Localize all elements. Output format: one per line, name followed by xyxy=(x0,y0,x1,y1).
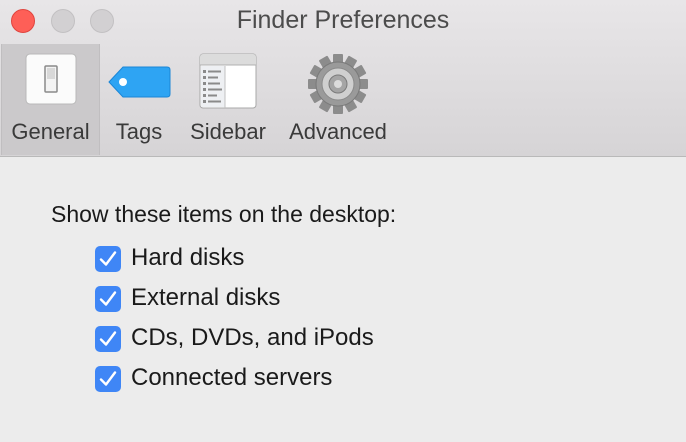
option-label: Connected servers xyxy=(131,364,333,391)
tab-tags[interactable]: Tags xyxy=(101,44,177,155)
cds-dvds-ipods-checkbox[interactable] xyxy=(95,326,121,352)
hard-disks-checkbox[interactable] xyxy=(95,246,121,272)
toolbar: Finder Preferences General Tags Sidebar … xyxy=(0,0,686,157)
option-label: Hard disks xyxy=(131,244,245,271)
tab-general[interactable]: General xyxy=(1,44,100,155)
tab-label: Advanced xyxy=(289,119,387,144)
tab-label: General xyxy=(11,119,90,144)
tag-icon xyxy=(107,64,171,105)
light-switch-icon xyxy=(25,53,77,110)
checkmark-icon xyxy=(99,371,117,386)
option-label: External disks xyxy=(131,284,281,311)
checkmark-icon xyxy=(99,291,117,306)
checkmark-icon xyxy=(99,251,117,266)
window-title: Finder Preferences xyxy=(236,6,450,34)
option-label: CDs, DVDs, and iPods xyxy=(131,324,374,351)
checkmark-icon xyxy=(99,331,117,346)
finder-preferences-window: Finder Preferences General Tags Sidebar … xyxy=(0,0,686,442)
connected-servers-checkbox[interactable] xyxy=(95,366,121,392)
external-disks-checkbox[interactable] xyxy=(95,286,121,312)
sidebar-icon xyxy=(199,53,257,114)
tab-label: Tags xyxy=(115,119,163,144)
tab-sidebar[interactable]: Sidebar xyxy=(178,44,278,155)
desktop-items-heading: Show these items on the desktop: xyxy=(51,201,397,227)
gear-icon xyxy=(307,53,369,120)
tab-advanced[interactable]: Advanced xyxy=(281,44,395,155)
tab-label: Sidebar xyxy=(190,119,266,144)
